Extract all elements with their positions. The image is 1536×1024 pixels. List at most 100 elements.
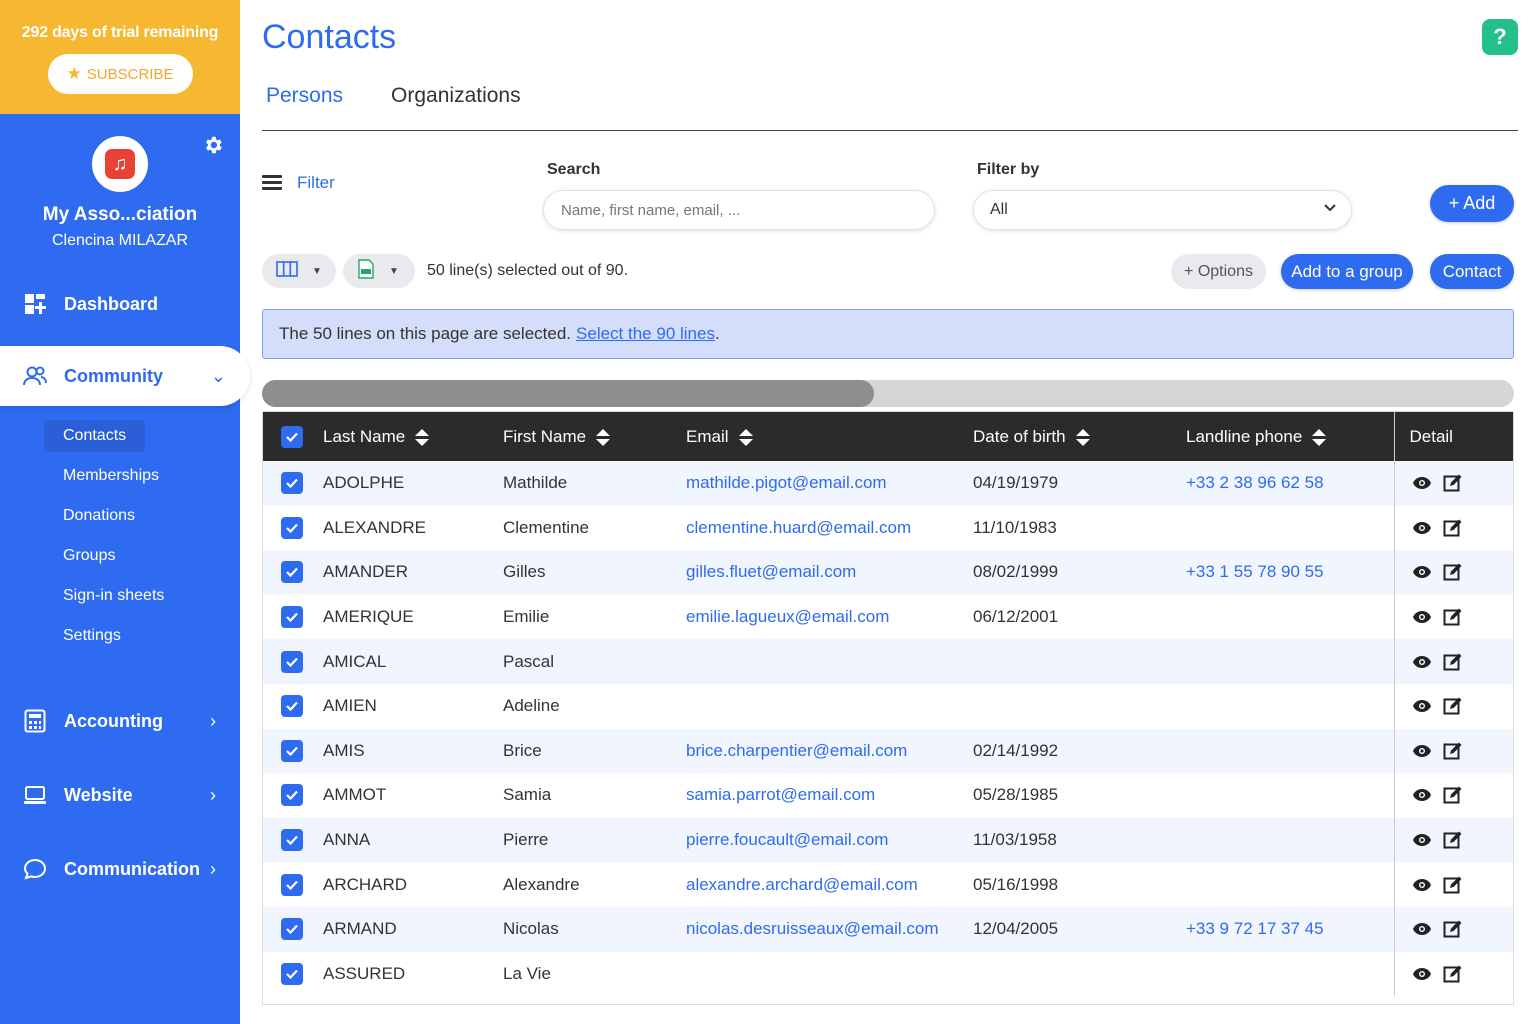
- row-select-cell: [263, 818, 323, 863]
- cell-date-of-birth: 11/03/1958: [973, 830, 1057, 850]
- row-checkbox[interactable]: [281, 962, 303, 985]
- cell-landline-phone[interactable]: +33 1 55 78 90 55: [1186, 550, 1394, 595]
- columns-toggle[interactable]: ▼: [262, 254, 336, 288]
- nav-dashboard[interactable]: Dashboard: [0, 274, 240, 334]
- nav-website[interactable]: Website ›: [0, 758, 240, 832]
- chevron-down-icon: [1323, 200, 1337, 219]
- help-button[interactable]: ?: [1482, 19, 1518, 55]
- column-header-label: Email: [686, 426, 729, 446]
- eye-icon[interactable]: [1410, 560, 1434, 584]
- edit-icon[interactable]: [1441, 471, 1465, 495]
- edit-icon[interactable]: [1441, 650, 1465, 674]
- row-checkbox[interactable]: [281, 739, 303, 762]
- filter-by-label: Filter by: [977, 161, 1040, 178]
- eye-icon[interactable]: [1410, 739, 1434, 763]
- selection-banner: The 50 lines on this page are selected. …: [262, 309, 1514, 359]
- row-checkbox[interactable]: [281, 606, 303, 629]
- row-checkbox[interactable]: [281, 784, 303, 807]
- sidebar-item-groups[interactable]: Groups: [0, 536, 240, 576]
- filter-by-select[interactable]: All: [973, 190, 1352, 230]
- eye-icon[interactable]: [1410, 917, 1434, 941]
- eye-icon[interactable]: [1410, 650, 1434, 674]
- cell-email[interactable]: pierre.foucault@email.com: [686, 818, 973, 863]
- nav-community[interactable]: Community ⌄: [0, 346, 250, 406]
- cell-first-name: La Vie: [503, 963, 551, 983]
- tab-persons[interactable]: Persons: [262, 80, 347, 130]
- row-checkbox[interactable]: [281, 472, 303, 495]
- cell-email[interactable]: clementine.huard@email.com: [686, 506, 973, 551]
- select-all-cell: [263, 412, 323, 461]
- organization-name: My Asso...ciation: [42, 204, 198, 225]
- eye-icon[interactable]: [1410, 605, 1434, 629]
- edit-icon[interactable]: [1441, 962, 1465, 986]
- contact-button[interactable]: Contact: [1430, 254, 1514, 289]
- select-all-link[interactable]: Select the 90 lines: [576, 324, 715, 344]
- sidebar-item-settings[interactable]: Settings: [0, 616, 240, 656]
- sidebar-item-sign-in-sheets[interactable]: Sign-in sheets: [0, 576, 240, 616]
- eye-icon[interactable]: [1410, 962, 1434, 986]
- options-button[interactable]: + Options: [1171, 254, 1266, 289]
- cell-last-name: ALEXANDRE: [323, 517, 426, 537]
- cell-email[interactable]: brice.charpentier@email.com: [686, 729, 973, 774]
- sidebar-item-donations[interactable]: Donations: [0, 496, 240, 536]
- eye-icon[interactable]: [1410, 828, 1434, 852]
- organization-logo[interactable]: ♫: [92, 136, 148, 192]
- search-input[interactable]: [543, 190, 935, 230]
- cell-email[interactable]: mathilde.pigot@email.com: [686, 461, 973, 506]
- user-name: Clencina MILAZAR: [51, 232, 189, 249]
- export-toggle[interactable]: ▼: [343, 254, 415, 288]
- row-checkbox[interactable]: [281, 561, 303, 584]
- nav-accounting[interactable]: Accounting ›: [0, 684, 240, 758]
- edit-icon[interactable]: [1441, 783, 1465, 807]
- column-header-landline-phone[interactable]: Landline phone: [1186, 412, 1394, 461]
- gear-icon[interactable]: [202, 134, 224, 162]
- eye-icon[interactable]: [1410, 516, 1434, 540]
- column-header-last-name[interactable]: Last Name: [323, 412, 503, 461]
- row-checkbox[interactable]: [281, 516, 303, 539]
- edit-icon[interactable]: [1441, 694, 1465, 718]
- cell-landline-phone[interactable]: +33 2 38 96 62 58: [1186, 461, 1394, 506]
- select-all-checkbox[interactable]: [281, 425, 303, 448]
- cell-email[interactable]: alexandre.archard@email.com: [686, 862, 973, 907]
- nav-website-label: Website: [64, 784, 133, 805]
- sidebar-item-memberships[interactable]: Memberships: [0, 456, 240, 496]
- chevron-down-icon: ⌄: [210, 365, 226, 386]
- eye-icon[interactable]: [1410, 783, 1434, 807]
- cell-landline-phone[interactable]: +33 9 72 17 37 45: [1186, 907, 1394, 952]
- sidebar-item-contacts[interactable]: Contacts: [0, 416, 240, 456]
- cell-email[interactable]: nicolas.desruisseaux@email.com: [686, 907, 973, 952]
- add-button[interactable]: + Add: [1430, 185, 1514, 222]
- row-checkbox[interactable]: [281, 873, 303, 896]
- column-header-date-of-birth[interactable]: Date of birth: [973, 412, 1186, 461]
- row-checkbox[interactable]: [281, 829, 303, 852]
- cell-first-name: Brice: [503, 740, 542, 760]
- tab-organizations[interactable]: Organizations: [387, 80, 525, 130]
- eye-icon[interactable]: [1410, 471, 1434, 495]
- scrollbar-thumb[interactable]: [262, 380, 874, 407]
- cell-email[interactable]: samia.parrot@email.com: [686, 773, 973, 818]
- cell-date-of-birth: 06/12/2001: [973, 607, 1059, 627]
- eye-icon[interactable]: [1410, 694, 1434, 718]
- chat-bubble-icon: [22, 856, 48, 882]
- add-to-group-button[interactable]: Add to a group: [1281, 254, 1413, 289]
- edit-icon[interactable]: [1441, 605, 1465, 629]
- cell-date-of-birth: 12/04/2005: [973, 919, 1059, 939]
- horizontal-scrollbar[interactable]: [262, 380, 1514, 407]
- column-header-email[interactable]: Email: [686, 412, 973, 461]
- subscribe-button[interactable]: ★ SUBSCRIBE: [47, 54, 193, 94]
- row-checkbox[interactable]: [281, 650, 303, 673]
- cell-email[interactable]: emilie.lagueux@email.com: [686, 595, 973, 640]
- nav-communication[interactable]: Communication ›: [0, 832, 240, 906]
- row-checkbox[interactable]: [281, 918, 303, 941]
- edit-icon[interactable]: [1441, 873, 1465, 897]
- edit-icon[interactable]: [1441, 917, 1465, 941]
- edit-icon[interactable]: [1441, 828, 1465, 852]
- cell-email[interactable]: gilles.fluet@email.com: [686, 550, 973, 595]
- eye-icon[interactable]: [1410, 873, 1434, 897]
- edit-icon[interactable]: [1441, 739, 1465, 763]
- column-header-first-name[interactable]: First Name: [503, 412, 686, 461]
- edit-icon[interactable]: [1441, 516, 1465, 540]
- edit-icon[interactable]: [1441, 560, 1465, 584]
- filter-button[interactable]: Filter: [262, 172, 335, 193]
- row-checkbox[interactable]: [281, 695, 303, 718]
